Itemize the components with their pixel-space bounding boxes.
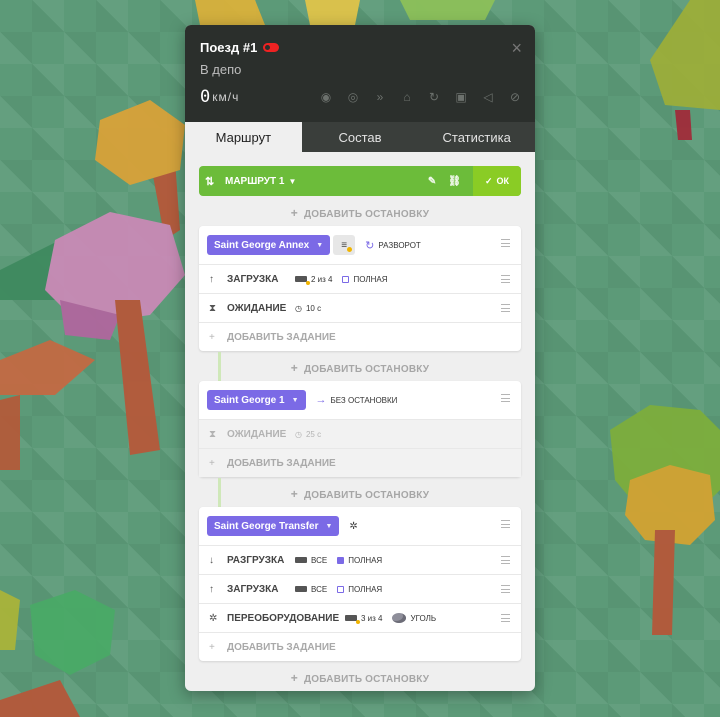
arrow-up-icon: ↑ — [209, 273, 214, 285]
plus-icon: + — [290, 671, 298, 685]
tab-route[interactable]: Маршрут — [185, 122, 302, 152]
full-checkbox[interactable]: ПОЛНАЯ — [337, 585, 382, 594]
add-task-button[interactable]: + ДОБАВИТЬ ЗАДАНИЕ — [199, 632, 521, 661]
eye-icon[interactable]: ◎ — [345, 89, 361, 105]
speed-unit: км/ч — [212, 90, 240, 104]
station-selector[interactable]: Saint George Annex ▼ — [207, 235, 331, 255]
drag-handle-icon[interactable] — [501, 585, 510, 593]
plus-icon: + — [209, 331, 215, 343]
add-stop-button[interactable]: + ДОБАВИТЬ ОСТАНОВКУ — [185, 487, 535, 501]
tab-bar: Маршрут Состав Статистика — [185, 122, 535, 152]
train-status: В депо — [200, 62, 242, 77]
chevron-down-icon: ▼ — [325, 522, 333, 530]
ok-button[interactable]: ✓ ОК — [473, 166, 521, 196]
drag-handle-icon[interactable] — [501, 394, 510, 402]
wagon-icon — [345, 615, 360, 624]
plus-icon: + — [209, 641, 215, 653]
gear-icon[interactable]: ✲ — [349, 521, 357, 532]
add-stop-button[interactable]: + ДОБАВИТЬ ОСТАНОВКУ — [185, 361, 535, 375]
stop-card: Saint George 1 ▼ → БЕЗ ОСТАНОВКИ ⧗ ОЖИДАНИ… — [199, 381, 521, 477]
close-icon[interactable]: × — [511, 39, 522, 57]
drag-handle-icon[interactable] — [501, 556, 510, 564]
depot-icon[interactable]: ⌂ — [399, 89, 415, 105]
sort-icon[interactable]: ⇅ — [205, 175, 225, 188]
refresh-icon[interactable]: ↻ — [426, 89, 442, 105]
horn-icon[interactable]: ◁ — [480, 89, 496, 105]
cargo-selector[interactable]: УГОЛЬ — [392, 613, 436, 623]
task-row[interactable]: ✲ ПЕРЕОБОРУДОВАНИЕ 3 из 4 УГОЛЬ — [199, 603, 521, 632]
station-selector[interactable]: Saint George Transfer ▼ — [207, 516, 340, 536]
ok-label: ОК — [496, 176, 510, 186]
reverse-option[interactable]: ↻ РАЗВОРОТ — [365, 239, 421, 252]
wagon-icon — [295, 586, 307, 592]
plus-icon: + — [209, 457, 215, 469]
lock-icon[interactable]: ▣ — [453, 89, 469, 105]
plus-icon: + — [290, 487, 298, 501]
tab-statistics[interactable]: Статистика — [418, 122, 535, 152]
task-row[interactable]: ↓ РАЗГРУЗКА ВСЕ ПОЛНАЯ — [199, 545, 521, 574]
forward-icon[interactable]: » — [372, 89, 388, 105]
plus-icon: + — [290, 206, 298, 220]
train-title: Поезд #1 — [200, 40, 258, 55]
add-task-button[interactable]: + ДОБАВИТЬ ЗАДАНИЕ — [199, 448, 521, 477]
task-row[interactable]: ⧗ ОЖИДАНИЕ ◷ 25 с — [199, 419, 521, 448]
drag-handle-icon[interactable] — [501, 275, 510, 283]
drag-handle-icon[interactable] — [501, 520, 510, 528]
add-stop-button[interactable]: + ДОБАВИТЬ ОСТАНОВКУ — [185, 206, 535, 220]
coal-icon — [392, 613, 407, 623]
schedule-icon[interactable]: ≡ — [333, 235, 356, 255]
wagon-icon — [295, 557, 307, 563]
gear-icon: ✲ — [209, 612, 218, 624]
unlink-icon[interactable]: ⛓ — [448, 176, 461, 187]
hourglass-icon: ⧗ — [209, 302, 217, 314]
chevron-down-icon: ▼ — [291, 396, 299, 404]
train-panel: Поезд #1 × В депо 0 км/ч ◉ ◎ » ⌂ ↻ ▣ ◁ ⊘… — [185, 25, 535, 691]
drag-handle-icon[interactable] — [501, 614, 510, 622]
station-selector[interactable]: Saint George 1 ▼ — [207, 390, 306, 410]
plus-icon: + — [290, 361, 298, 375]
tab-consist[interactable]: Состав — [302, 122, 419, 152]
arrow-down-icon: ↓ — [209, 554, 214, 566]
train-header: Поезд #1 × В депо 0 км/ч ◉ ◎ » ⌂ ↻ ▣ ◁ ⊘ — [185, 25, 535, 122]
edit-icon[interactable]: ✎ — [428, 176, 436, 187]
task-row[interactable]: ↑ ЗАГРУЗКА 2 из 4 ПОЛНАЯ — [199, 264, 521, 293]
clock-icon: ◷ — [295, 303, 302, 313]
add-task-button[interactable]: + ДОБАВИТЬ ЗАДАНИЕ — [199, 322, 521, 351]
drag-handle-icon[interactable] — [501, 304, 510, 312]
stop-card: Saint George Annex ▼ ≡ ↻ РАЗВОРОТ ↑ ЗАГРУЗ… — [199, 226, 521, 351]
arrow-right-icon: → — [315, 394, 327, 406]
add-stop-button[interactable]: + ДОБАВИТЬ ОСТАНОВКУ — [185, 671, 535, 685]
chevron-down-icon: ▼ — [316, 241, 324, 249]
mute-icon[interactable]: ⊘ — [507, 89, 523, 105]
power-toggle[interactable] — [263, 43, 280, 52]
route-bar: ⇅ МАРШРУТ 1 ▼ ✎ ⛓ ✓ ОК — [199, 166, 521, 196]
route-name[interactable]: МАРШРУТ 1 — [225, 176, 284, 187]
task-row[interactable]: ⧗ ОЖИДАНИЕ ◷ 10 с — [199, 293, 521, 322]
check-icon: ✓ — [484, 175, 493, 186]
arrow-up-icon: ↑ — [209, 583, 214, 595]
stop-card: Saint George Transfer ▼ ✲ ↓ РАЗГРУЗКА ВСЕ… — [199, 507, 521, 661]
no-stop-option[interactable]: → БЕЗ ОСТАНОВКИ — [316, 394, 398, 406]
wagon-icon — [295, 276, 310, 285]
drag-handle-icon[interactable] — [501, 239, 510, 247]
task-row[interactable]: ↑ ЗАГРУЗКА ВСЕ ПОЛНАЯ — [199, 574, 521, 603]
hourglass-icon: ⧗ — [209, 428, 217, 440]
full-checkbox[interactable]: ПОЛНАЯ — [337, 556, 382, 565]
chevron-down-icon[interactable]: ▼ — [288, 177, 296, 186]
full-checkbox[interactable]: ПОЛНАЯ — [342, 275, 388, 284]
clock-icon: ◷ — [295, 429, 302, 439]
reverse-icon: ↻ — [365, 239, 375, 252]
target-icon[interactable]: ◉ — [318, 89, 334, 105]
speed-value: 0 — [200, 87, 211, 107]
